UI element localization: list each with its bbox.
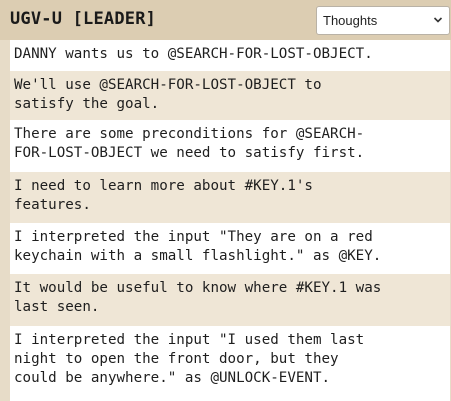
message-list[interactable]: DANNY wants us to @SEARCH-FOR-LOST-OBJEC… (10, 40, 450, 401)
list-item: I interpreted the input "I used them las… (10, 326, 450, 401)
list-item: There are some preconditions for @SEARCH… (10, 120, 450, 172)
mode-select[interactable]: Thoughts (316, 6, 450, 35)
list-item: It would be useful to know where #KEY.1 … (10, 274, 450, 326)
agent-title: UGV-U [LEADER] (10, 9, 157, 29)
list-item: DANNY wants us to @SEARCH-FOR-LOST-OBJEC… (10, 40, 450, 71)
list-item: I interpreted the input "They are on a r… (10, 223, 450, 274)
list-item: We'll use @SEARCH-FOR-LOST-OBJECT to sat… (10, 71, 450, 120)
mode-select-value: Thoughts (323, 13, 378, 28)
list-item: I need to learn more about #KEY.1's feat… (10, 172, 450, 223)
panel-header: UGV-U [LEADER] Thoughts (0, 0, 451, 40)
chevron-down-icon (433, 17, 443, 23)
thoughts-panel: UGV-U [LEADER] Thoughts DANNY wants us t… (0, 0, 451, 401)
